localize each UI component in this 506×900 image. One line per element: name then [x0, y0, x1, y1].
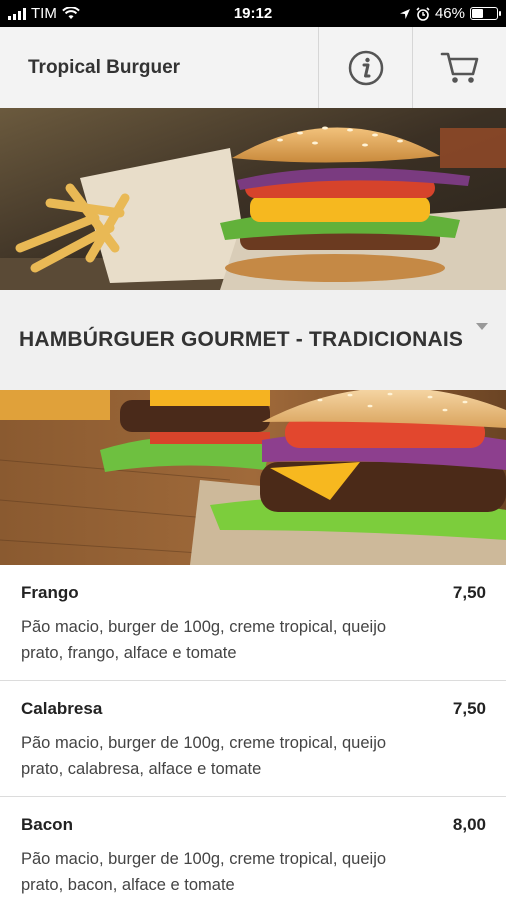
status-bar: TIM 19:12 46%: [0, 0, 506, 27]
battery-level-fill: [472, 9, 484, 18]
menu-list: Frango 7,50 Pão macio, burger de 100g, c…: [0, 565, 506, 900]
menu-item-name: Bacon: [21, 815, 73, 834]
info-button[interactable]: [318, 27, 412, 108]
hero-image-burger-fries: [0, 108, 506, 290]
location-arrow-icon: [399, 8, 410, 19]
menu-item-bacon[interactable]: Bacon 8,00 Pão macio, burger de 100g, cr…: [0, 797, 506, 900]
caret-down-icon: [476, 322, 488, 330]
menu-item-price: 8,00: [452, 815, 486, 834]
alarm-icon: [416, 6, 430, 21]
menu-item-price: 7,50: [452, 583, 486, 602]
cart-button[interactable]: [412, 27, 506, 108]
category-selector[interactable]: HAMBÚRGUER GOURMET - TRADICIONAIS: [0, 290, 506, 390]
menu-item-calabresa[interactable]: Calabresa 7,50 Pão macio, burger de 100g…: [0, 681, 506, 797]
category-image-burgers: [0, 390, 506, 565]
info-icon: [348, 50, 383, 85]
category-title: HAMBÚRGUER GOURMET - TRADICIONAIS: [19, 328, 464, 351]
menu-item-price: 7,50: [452, 699, 486, 718]
status-right: 46%: [399, 5, 501, 22]
menu-item-name: Frango: [21, 583, 79, 602]
app-title: Tropical Burguer: [28, 56, 181, 78]
menu-item-description: Pão macio, burger de 100g, creme tropica…: [21, 734, 387, 778]
menu-item-name: Calabresa: [21, 699, 103, 718]
battery-percent: 46%: [434, 5, 465, 22]
battery-icon: [470, 7, 501, 20]
menu-item-frango[interactable]: Frango 7,50 Pão macio, burger de 100g, c…: [0, 565, 506, 681]
app-header: Tropical Burguer: [0, 27, 506, 108]
cart-icon: [440, 52, 478, 83]
menu-item-description: Pão macio, burger de 100g, creme tropica…: [21, 850, 387, 894]
menu-item-description: Pão macio, burger de 100g, creme tropica…: [21, 618, 387, 662]
